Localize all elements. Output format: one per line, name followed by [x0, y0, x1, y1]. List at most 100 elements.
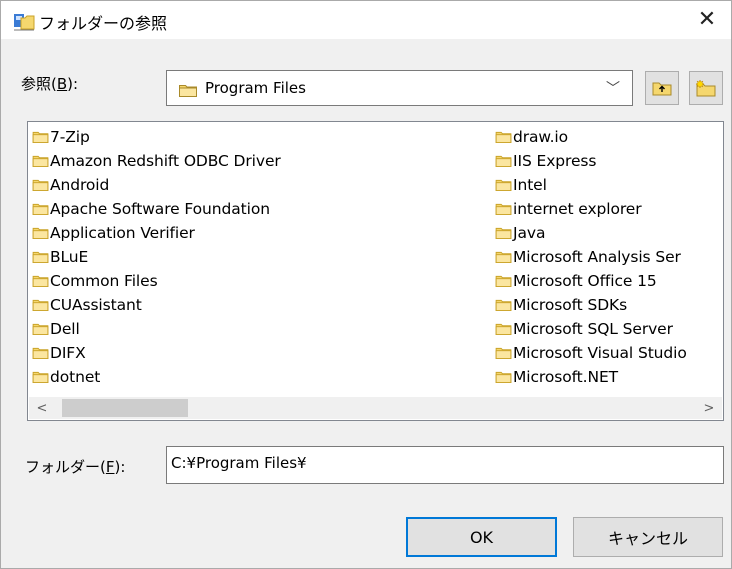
- up-folder-icon: [652, 82, 672, 96]
- folder-list-item[interactable]: Java: [495, 221, 687, 245]
- folder-icon: [32, 299, 49, 311]
- folder-icon: [32, 323, 49, 335]
- folder-icon: [495, 323, 512, 335]
- folder-list-item-label: internet explorer: [513, 200, 642, 218]
- folder-list-item[interactable]: Microsoft Analysis Ser: [495, 245, 687, 269]
- folder-list-item-label: Common Files: [50, 272, 158, 290]
- dialog-title: フォルダーの参照: [39, 14, 168, 33]
- look-in-label-prefix: 参照(: [21, 75, 57, 93]
- folder-list-item[interactable]: Microsoft.NET: [495, 365, 687, 389]
- folder-list-item-label: CUAssistant: [50, 296, 142, 314]
- folder-list-item-label: dotnet: [50, 368, 101, 386]
- folder-list-item[interactable]: Intel: [495, 173, 687, 197]
- folder-list-item-label: draw.io: [513, 128, 568, 146]
- folder-list-item-label: Amazon Redshift ODBC Driver: [50, 152, 281, 170]
- folder-icon: [179, 82, 197, 101]
- folder-list-item-label: Microsoft SQL Server: [513, 320, 673, 338]
- look-in-combobox[interactable]: Program Files ﹀: [166, 70, 633, 106]
- folder-icon: [495, 347, 512, 359]
- folder-browse-app-icon: [13, 9, 35, 31]
- up-one-level-button[interactable]: [645, 71, 679, 105]
- folder-icon: [32, 179, 49, 191]
- folder-list-item[interactable]: draw.io: [495, 125, 687, 149]
- folder-list-left-column: 7-Zip Amazon Redshift ODBC Driver Android A…: [32, 125, 281, 389]
- scroll-thumb[interactable]: [62, 399, 188, 417]
- folder-icon: [495, 155, 512, 167]
- scroll-right-button[interactable]: >: [696, 397, 722, 419]
- folder-icon: [32, 275, 49, 287]
- folder-list-item-label: 7-Zip: [50, 128, 90, 146]
- folder-list-item-label: BLuE: [50, 248, 89, 266]
- cancel-button[interactable]: キャンセル: [573, 517, 723, 557]
- folder-list-item-label: Application Verifier: [50, 224, 195, 242]
- folder-list-item[interactable]: CUAssistant: [32, 293, 281, 317]
- folder-icon: [495, 131, 512, 143]
- folder-icon: [495, 179, 512, 191]
- folder-field-label-accesskey: F: [105, 458, 115, 476]
- folder-icon: [32, 251, 49, 263]
- folder-list-item-label: Apache Software Foundation: [50, 200, 270, 218]
- folder-icon: [495, 275, 512, 287]
- folder-field-label-prefix: フォルダー(: [25, 458, 106, 476]
- folder-list-item[interactable]: Dell: [32, 317, 281, 341]
- folder-list-item[interactable]: Microsoft SQL Server: [495, 317, 687, 341]
- folder-list-item-label: Microsoft Visual Studio: [513, 344, 687, 362]
- folder-list-item[interactable]: Microsoft Visual Studio: [495, 341, 687, 365]
- chevron-down-icon[interactable]: ﹀: [606, 78, 620, 98]
- folder-list-item-label: Microsoft Office 15: [513, 272, 657, 290]
- folder-field-label-suffix: ):: [114, 458, 126, 476]
- folder-list-item[interactable]: BLuE: [32, 245, 281, 269]
- ok-button[interactable]: OK: [406, 517, 557, 557]
- folder-list-item-label: Intel: [513, 176, 547, 194]
- folder-icon: [32, 371, 49, 383]
- folder-list-item[interactable]: Amazon Redshift ODBC Driver: [32, 149, 281, 173]
- folder-list-item[interactable]: Application Verifier: [32, 221, 281, 245]
- folder-list-item-label: Microsoft SDKs: [513, 296, 628, 314]
- chevron-left-icon: <: [36, 400, 48, 416]
- folder-list-item-label: IIS Express: [513, 152, 597, 170]
- horizontal-scrollbar[interactable]: < >: [29, 397, 722, 419]
- look-in-label-suffix: ):: [67, 75, 79, 93]
- folder-list-item[interactable]: dotnet: [32, 365, 281, 389]
- folder-list-item[interactable]: DIFX: [32, 341, 281, 365]
- folder-icon: [32, 131, 49, 143]
- title-bar: フォルダーの参照 ✕: [1, 1, 731, 39]
- look-in-label: 参照(B):: [21, 73, 78, 94]
- folder-list[interactable]: 7-Zip Amazon Redshift ODBC Driver Android A…: [27, 121, 724, 421]
- folder-icon: [495, 227, 512, 239]
- folder-list-item-label: DIFX: [50, 344, 86, 362]
- folder-icon: [495, 203, 512, 215]
- folder-icon: [495, 251, 512, 263]
- folder-list-item[interactable]: Apache Software Foundation: [32, 197, 281, 221]
- folder-icon: [32, 227, 49, 239]
- folder-icon: [495, 371, 512, 383]
- close-button[interactable]: ✕: [685, 1, 729, 37]
- new-folder-icon: [696, 79, 716, 97]
- folder-icon: [32, 347, 49, 359]
- folder-list-item-label: Microsoft Analysis Ser: [513, 248, 681, 266]
- chevron-right-icon: >: [703, 400, 715, 416]
- folder-list-item[interactable]: Microsoft SDKs: [495, 293, 687, 317]
- folder-list-item[interactable]: internet explorer: [495, 197, 687, 221]
- folder-list-right-column: draw.io IIS Express Intel internet explorer…: [495, 125, 687, 389]
- close-icon: ✕: [697, 6, 717, 32]
- look-in-label-accesskey: B: [56, 75, 68, 93]
- look-in-value: Program Files: [205, 79, 306, 97]
- folder-list-item[interactable]: Microsoft Office 15: [495, 269, 687, 293]
- folder-icon: [32, 155, 49, 167]
- scroll-left-button[interactable]: <: [29, 397, 55, 419]
- folder-list-item[interactable]: IIS Express: [495, 149, 687, 173]
- folder-icon: [495, 299, 512, 311]
- folder-list-item-label: Microsoft.NET: [513, 368, 619, 386]
- folder-path-input[interactable]: C:¥Program Files¥: [166, 446, 724, 484]
- folder-list-item[interactable]: Common Files: [32, 269, 281, 293]
- folder-icon: [32, 203, 49, 215]
- folder-list-item-label: Dell: [50, 320, 80, 338]
- folder-list-item[interactable]: Android: [32, 173, 281, 197]
- folder-list-item[interactable]: 7-Zip: [32, 125, 281, 149]
- folder-browse-dialog: フォルダーの参照 ✕ 参照(B): Program Files ﹀ 7-Zip A…: [0, 0, 732, 569]
- folder-field-label: フォルダー(F):: [25, 456, 125, 477]
- folder-list-item-label: Java: [513, 224, 546, 242]
- folder-list-item-label: Android: [50, 176, 110, 194]
- new-folder-button[interactable]: [689, 71, 723, 105]
